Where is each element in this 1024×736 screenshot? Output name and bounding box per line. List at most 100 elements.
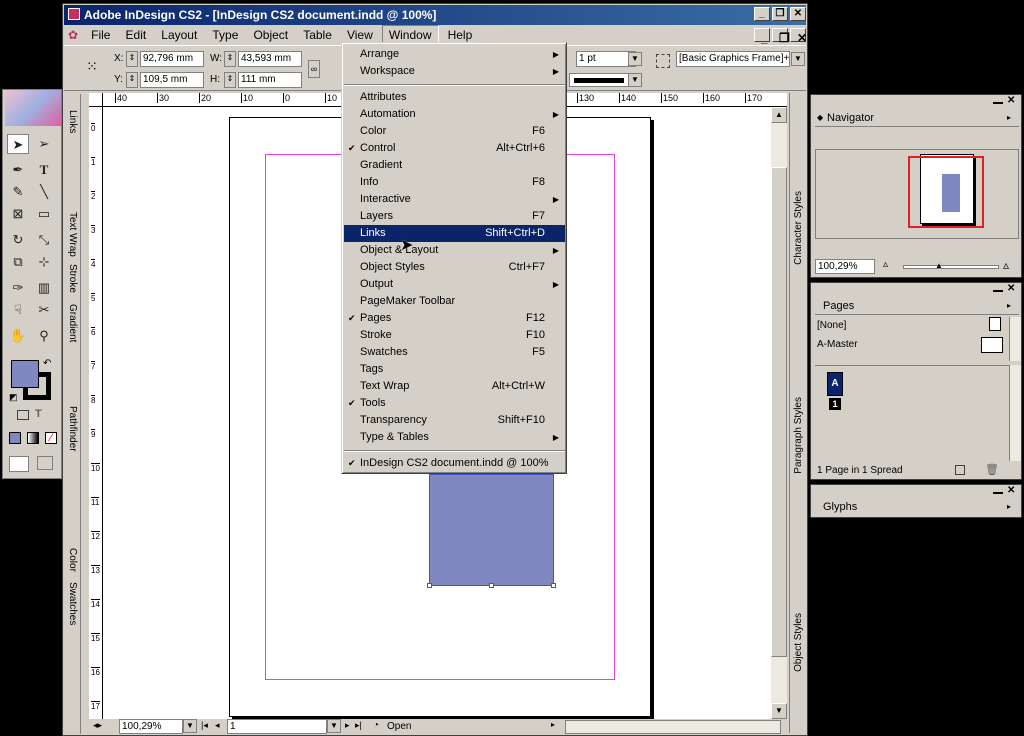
left-ruler[interactable]: 0 1 2 3 4 5 6 7 8 9 10 11 12 13 14 15 16 17 — [89, 107, 103, 719]
menu-item-pagemaker-toolbar[interactable]: PageMaker Toolbar — [344, 293, 565, 310]
doc-icon[interactable]: ✿ — [64, 26, 82, 44]
tab-color[interactable]: Color — [67, 548, 78, 572]
panel-close-icon[interactable]: ✕ — [1007, 283, 1015, 294]
menu-type[interactable]: Type — [206, 26, 244, 44]
graphics-frame[interactable] — [429, 474, 554, 586]
page-dropdown[interactable]: ▼ — [327, 719, 341, 733]
menu-item-links[interactable]: Links Shift+Ctrl+D — [344, 225, 565, 242]
vertical-scrollbar[interactable]: ▲ ▼ — [771, 107, 787, 719]
navigator-zoom-field[interactable]: 100,29% — [815, 259, 875, 274]
pages-scrollbar[interactable] — [1009, 365, 1021, 461]
apply-none-icon[interactable]: ⁄ — [45, 432, 57, 444]
stroke-weight-field[interactable]: 1 pt — [576, 51, 636, 67]
pencil-tool-icon[interactable]: ✎ — [7, 182, 29, 202]
navigator-zoom-in-icon[interactable]: ▵ — [1003, 258, 1009, 272]
panel-close-icon[interactable]: ✕ — [1007, 95, 1015, 106]
masters-scrollbar[interactable] — [1009, 317, 1021, 361]
menu-item-text-wrap[interactable]: Text Wrap Alt+Ctrl+W — [344, 378, 565, 395]
frame-handle[interactable] — [489, 583, 494, 588]
menu-item-tags[interactable]: Tags — [344, 361, 565, 378]
stroke-type-dropdown[interactable]: ▼ — [628, 73, 642, 87]
scroll-thumb[interactable] — [771, 167, 787, 657]
menu-layout[interactable]: Layout — [155, 26, 203, 44]
delete-page-icon[interactable]: 🗑 — [985, 463, 999, 476]
h-stepper[interactable]: ⇕ — [224, 72, 236, 88]
h-field[interactable]: 111 mm — [238, 72, 302, 88]
doc-close-button[interactable]: ✕ — [790, 28, 807, 45]
panel-minimize-icon[interactable] — [993, 96, 1003, 104]
formatting-text-icon[interactable]: T — [35, 408, 42, 420]
rectangle-tool-icon[interactable]: ▭ — [33, 204, 55, 224]
navigator-preview[interactable] — [815, 149, 1019, 239]
master-a-label[interactable]: A-Master — [817, 339, 858, 350]
ruler-origin[interactable] — [89, 93, 103, 107]
tab-character-styles[interactable]: Character Styles — [793, 191, 804, 265]
menu-item-type-tables[interactable]: Type & Tables ▶ — [344, 429, 565, 446]
apply-color-icon[interactable] — [9, 432, 21, 444]
tab-links[interactable]: Links — [67, 110, 78, 133]
menu-item-indesign-cs2-document-indd-100[interactable]: ✔ InDesign CS2 document.indd @ 100% — [344, 455, 565, 472]
selection-tool-icon[interactable]: ➤ — [7, 134, 29, 154]
next-page-icon[interactable]: ▸ — [345, 720, 350, 731]
y-field[interactable]: 109,5 mm — [140, 72, 204, 88]
menu-item-control[interactable]: ✔ Control Alt+Ctrl+6 — [344, 140, 565, 157]
pen-tool-icon[interactable]: ✒ — [7, 160, 29, 180]
rectangle-frame-tool-icon[interactable]: ⊠ — [7, 204, 29, 224]
zoom-stepper-icon[interactable]: ◂▸ — [93, 720, 102, 731]
scale-tool-icon[interactable]: ⤡ — [33, 230, 55, 250]
navigator-zoom-out-icon[interactable]: ▵ — [883, 259, 888, 270]
first-page-icon[interactable]: |◂ — [201, 720, 208, 731]
preview-view-icon[interactable] — [37, 456, 53, 470]
tab-stroke[interactable]: Stroke — [67, 264, 78, 293]
navigator-zoom-slider[interactable] — [903, 265, 999, 269]
close-button[interactable]: ✕ — [790, 7, 806, 21]
menu-file[interactable]: File — [85, 26, 116, 44]
stroke-type-swatch[interactable] — [569, 73, 629, 87]
navigator-tab[interactable]: ◆ Navigator ▸ — [815, 109, 1019, 127]
menu-item-transparency[interactable]: Transparency Shift+F10 — [344, 412, 565, 429]
tab-pathfinder[interactable]: Pathfinder — [67, 406, 78, 452]
master-a-thumb[interactable] — [981, 337, 1003, 353]
panel-minimize-icon[interactable] — [993, 486, 1003, 494]
menu-item-output[interactable]: Output ▶ — [344, 276, 565, 293]
zoom-field[interactable]: 100,29% — [119, 719, 183, 734]
object-style-field[interactable]: [Basic Graphics Frame]+ — [676, 51, 790, 67]
last-page-icon[interactable]: ▸| — [355, 720, 362, 731]
formatting-container-icon[interactable] — [17, 410, 29, 420]
free-transform-tool-icon[interactable]: ⊹ — [33, 252, 55, 272]
navigator-menu-icon[interactable]: ▸ — [1007, 109, 1011, 127]
navigator-zoom-thumb[interactable]: ▲ — [935, 261, 943, 270]
panel-minimize-icon[interactable] — [993, 284, 1003, 292]
page-1-thumb[interactable]: A — [827, 372, 843, 396]
stroke-weight-dropdown[interactable]: ▼ — [628, 52, 642, 66]
tab-object-styles[interactable]: Object Styles — [793, 613, 804, 672]
menu-item-info[interactable]: Info F8 — [344, 174, 565, 191]
scroll-down-button[interactable]: ▼ — [771, 703, 787, 719]
menu-item-gradient[interactable]: Gradient — [344, 157, 565, 174]
constrain-proportions-icon[interactable]: ∞ — [308, 60, 320, 78]
menu-item-layers[interactable]: Layers F7 — [344, 208, 565, 225]
scroll-up-button[interactable]: ▲ — [771, 107, 787, 123]
line-tool-icon[interactable]: ╲ — [33, 182, 55, 202]
menu-item-object-styles[interactable]: Object Styles Ctrl+F7 — [344, 259, 565, 276]
menu-item-workspace[interactable]: Workspace ▶ — [344, 63, 565, 80]
default-fill-stroke-icon[interactable]: ◩ — [9, 392, 18, 403]
prev-page-icon[interactable]: ◂ — [215, 720, 220, 731]
pages-tab[interactable]: Pages ▸ — [815, 297, 1019, 315]
menu-item-automation[interactable]: Automation ▶ — [344, 106, 565, 123]
tab-swatches[interactable]: Swatches — [67, 582, 78, 625]
w-stepper[interactable]: ⇕ — [224, 51, 236, 67]
eyedropper-tool-icon[interactable]: ✑ — [7, 278, 29, 298]
hand-tool-icon[interactable]: ✋ — [7, 326, 29, 346]
menu-item-tools[interactable]: ✔ Tools — [344, 395, 565, 412]
menu-item-stroke[interactable]: Stroke F10 — [344, 327, 565, 344]
gradient-tool-icon[interactable]: ▥ — [33, 278, 55, 298]
status-menu-arrow-icon[interactable]: ▸ — [551, 720, 555, 729]
menu-item-attributes[interactable]: Attributes — [344, 89, 565, 106]
horizontal-scrollbar[interactable] — [565, 720, 781, 734]
tab-paragraph-styles[interactable]: Paragraph Styles — [793, 397, 804, 474]
object-style-icon[interactable] — [656, 54, 670, 68]
button-tool-icon[interactable]: ☟ — [7, 300, 29, 320]
scissors-tool-icon[interactable]: ✂ — [33, 300, 55, 320]
shear-tool-icon[interactable]: ⧉ — [7, 252, 29, 272]
